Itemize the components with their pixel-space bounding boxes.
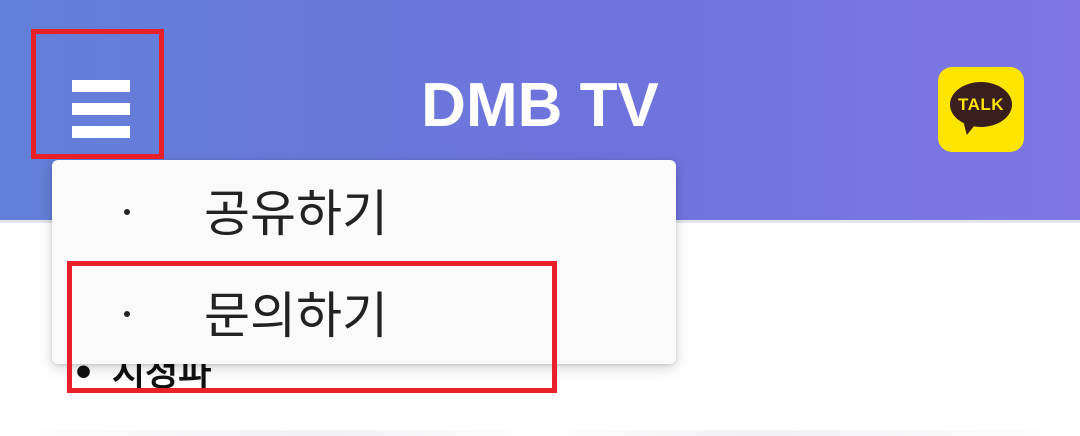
bullet-dot-icon xyxy=(124,311,130,317)
menu-item-inquiry[interactable]: 문의하기 xyxy=(52,262,676,364)
menu-item-share[interactable]: 공유하기 xyxy=(52,160,676,262)
hamburger-menu-icon xyxy=(72,80,130,92)
content-divider xyxy=(0,430,1080,436)
menu-item-label: 문의하기 xyxy=(204,287,388,345)
kakaotalk-label: TALK xyxy=(957,95,1005,114)
menu-button[interactable] xyxy=(60,70,140,150)
hamburger-menu-icon-bar xyxy=(72,126,130,138)
kakaotalk-button[interactable]: TALK xyxy=(938,67,1024,152)
menu-item-label: 공유하기 xyxy=(204,185,388,243)
app-title: DMB TV xyxy=(421,71,659,140)
bullet-dot-icon xyxy=(124,209,130,215)
hamburger-menu-icon-bar xyxy=(72,103,130,115)
dropdown-menu: 공유하기 문의하기 xyxy=(52,160,676,364)
